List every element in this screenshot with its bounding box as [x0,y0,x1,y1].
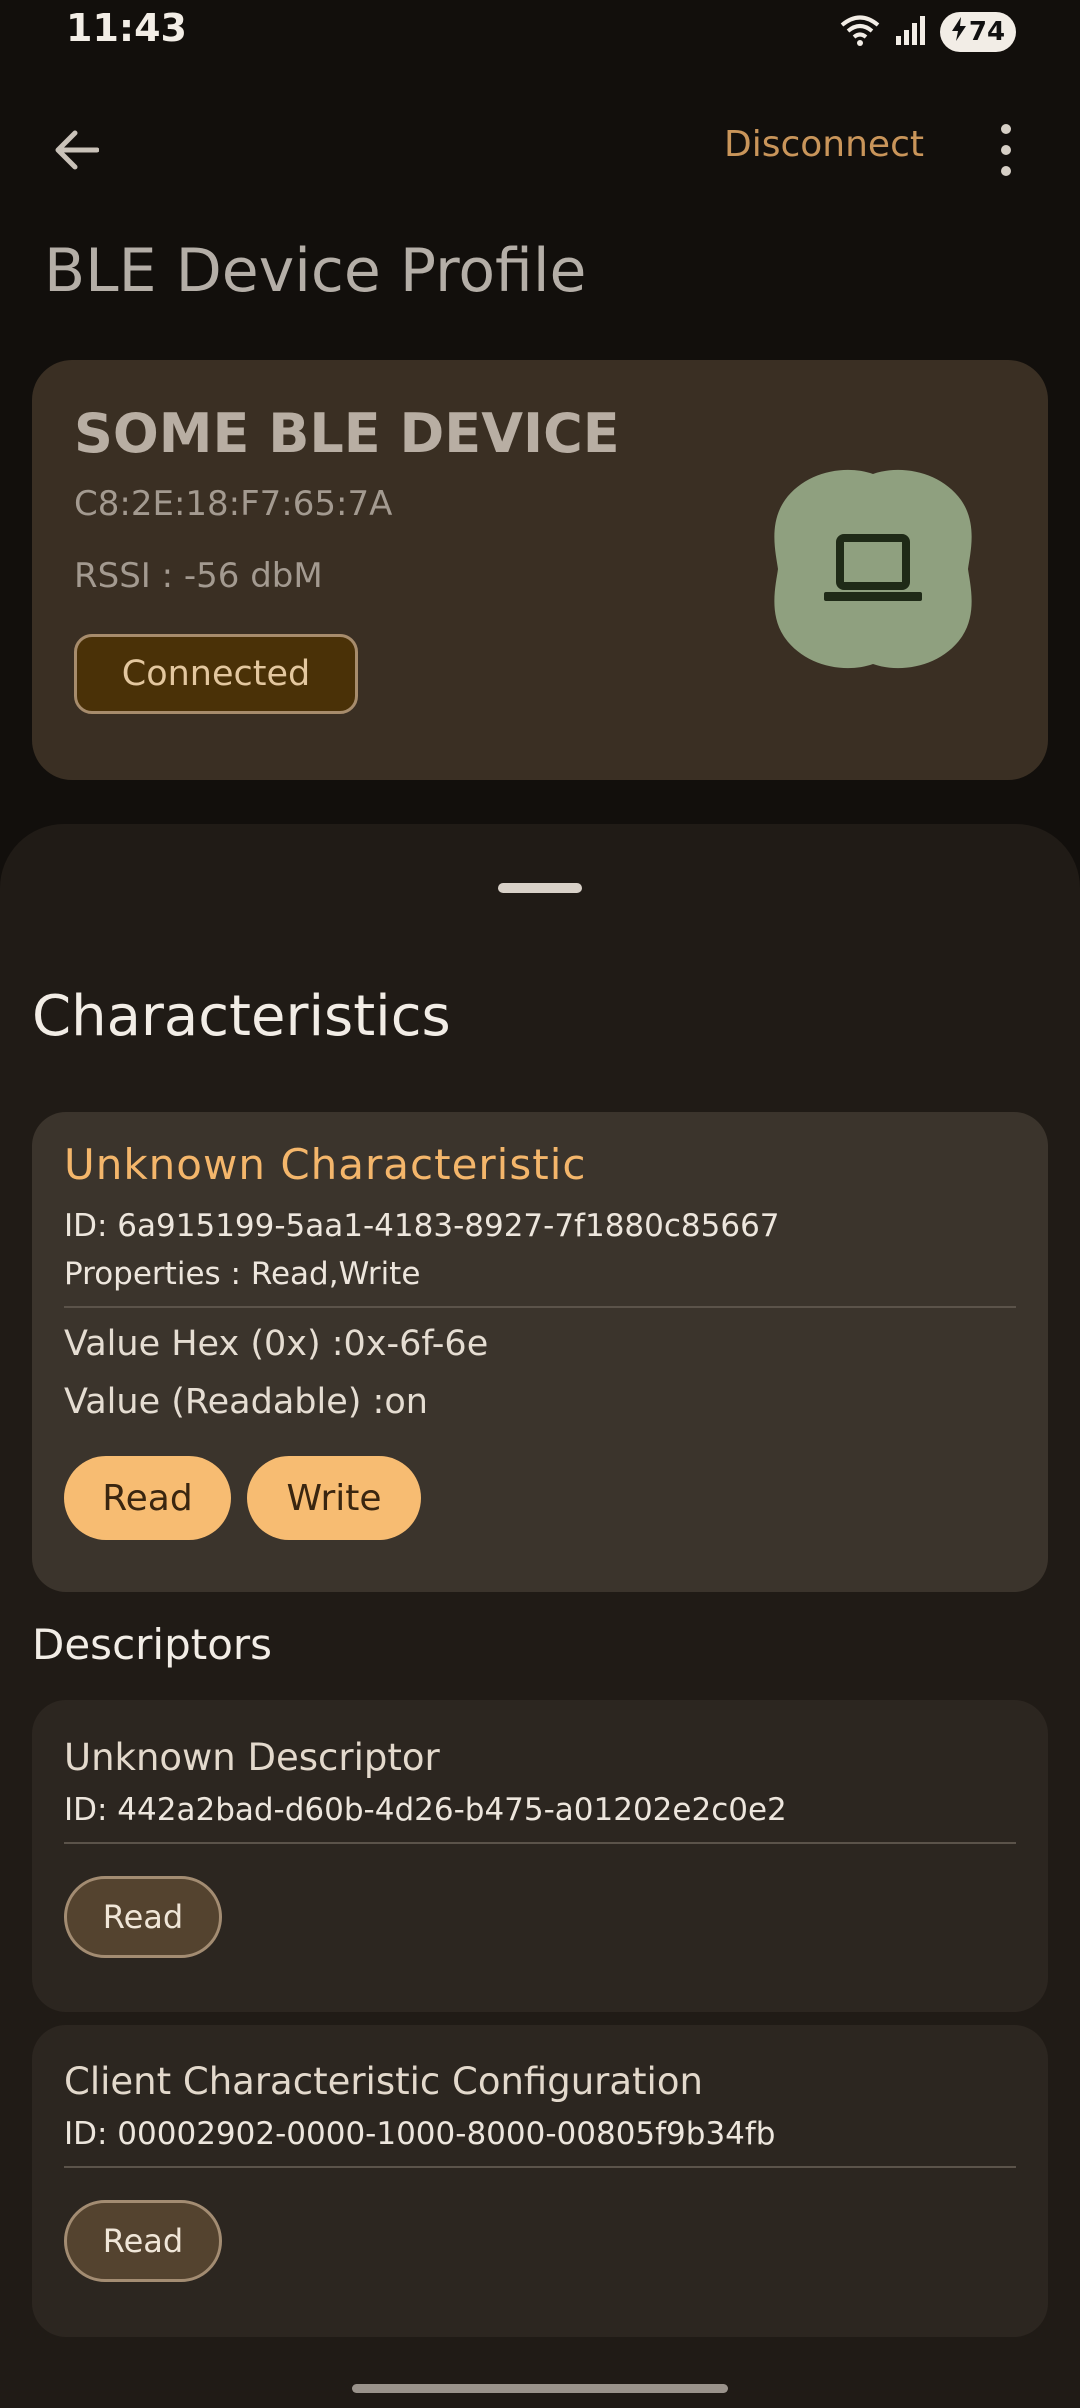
page-title: BLE Device Profile [44,236,587,306]
characteristic-read-button[interactable]: Read [64,1456,231,1540]
back-button[interactable] [44,120,108,184]
descriptor-name: Client Characteristic Configuration [64,2060,703,2103]
characteristic-id: ID: 6a915199-5aa1-4183-8927-7f1880c85667 [64,1208,780,1244]
descriptor-id: ID: 442a2bad-d60b-4d26-b475-a01202e2c0e2 [64,1792,787,1828]
characteristic-divider [64,1306,1016,1308]
characteristic-properties: Properties : Read,Write [64,1256,421,1292]
device-rssi: RSSI : -56 dbM [74,556,323,596]
descriptor-name: Unknown Descriptor [64,1736,440,1779]
more-options-button[interactable] [986,124,1026,176]
device-name: SOME BLE DEVICE [74,402,620,465]
signal-icon [894,14,926,50]
characteristics-heading: Characteristics [32,984,451,1049]
descriptor-read-button[interactable]: Read [64,2200,222,2282]
descriptor-divider [64,2166,1016,2168]
descriptors-heading: Descriptors [32,1620,273,1669]
battery-level: 74 [968,17,1006,47]
battery-indicator: 74 [940,12,1016,52]
descriptor-id: ID: 00002902-0000-1000-8000-00805f9b34fb [64,2116,776,2152]
status-icons: 74 [840,12,1016,52]
charging-icon [951,16,967,48]
sheet-drag-handle[interactable] [498,883,582,893]
arrow-back-icon [53,130,100,174]
characteristic-name: Unknown Characteristic [64,1140,587,1189]
wifi-icon [840,14,880,50]
descriptor-read-button[interactable]: Read [64,1876,222,1958]
device-mac-address: C8:2E:18:F7:65:7A [74,484,393,524]
disconnect-button[interactable]: Disconnect [724,124,924,165]
status-time: 11:43 [66,6,187,50]
home-indicator[interactable] [352,2384,728,2393]
characteristic-value-readable: Value (Readable) :on [64,1382,428,1422]
descriptor-divider [64,1842,1016,1844]
characteristic-write-button[interactable]: Write [247,1456,421,1540]
characteristic-value-hex: Value Hex (0x) :0x-6f-6e [64,1324,489,1364]
device-avatar [766,462,980,676]
connection-status-chip: Connected [74,634,358,714]
more-vert-icon [1001,124,1011,134]
